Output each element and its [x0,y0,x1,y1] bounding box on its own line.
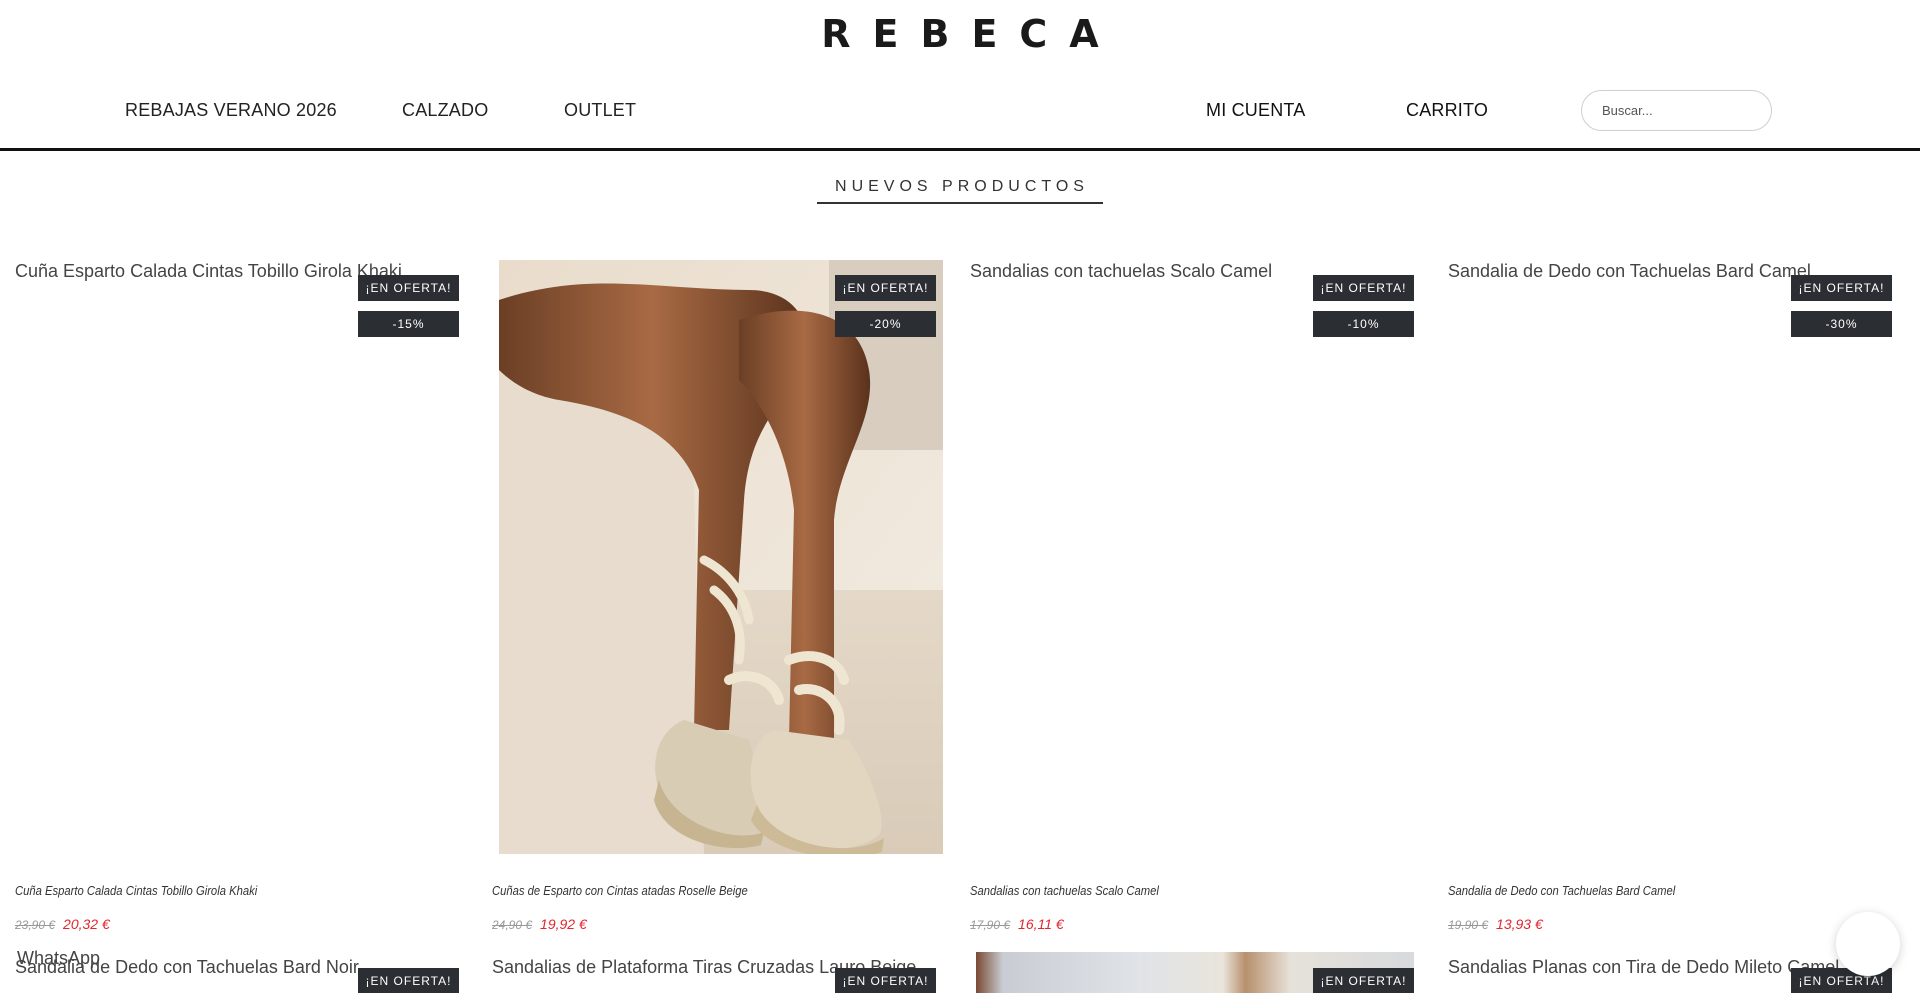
nav-mi-cuenta[interactable]: MI CUENTA [1206,100,1305,121]
product-image[interactable]: Sandalia de Dedo con Tachuelas Bard Came… [1448,260,1892,855]
discount-badge: -10% [1313,311,1414,337]
sale-badge: ¡EN OFERTA! [1313,968,1414,993]
image-alt-text: Sandalias con tachuelas Scalo Camel [970,261,1273,281]
sale-badge: ¡EN OFERTA! [1791,275,1892,301]
product-card[interactable]: Sandalias Planas con Tira de Dedo Mileto… [1448,952,1892,993]
espadrille-photo [499,260,943,854]
product-prices: 19,90 € 13,93 € [1448,916,1543,934]
sale-badge: ¡EN OFERTA! [358,968,459,993]
nav-carrito[interactable]: CARRITO [1406,100,1488,121]
product-name[interactable]: Cuñas de Esparto con Cintas atadas Rosel… [492,884,748,898]
nav-outlet[interactable]: OUTLET [564,100,636,121]
sale-price: 20,32 € [63,916,110,932]
chat-widget-button[interactable] [1836,912,1900,976]
sale-price: 16,11 € [1018,916,1064,932]
image-alt-text: Cuña Esparto Calada Cintas Tobillo Girol… [15,261,402,281]
old-price: 24,90 € [492,918,533,932]
product-name[interactable]: Sandalias con tachuelas Scalo Camel [970,884,1159,898]
search-input[interactable] [1581,90,1772,131]
header-logo-area: REBECA [0,0,1920,64]
store-logo[interactable]: REBECA [799,12,1120,56]
sale-badge: ¡EN OFERTA! [835,968,936,993]
main-nav: REBAJAS VERANO 2026 CALZADO OUTLET MI CU… [0,88,1920,136]
product-prices: 17,90 € 16,11 € [970,916,1064,934]
discount-badge: -30% [1791,311,1892,337]
discount-badge: -15% [358,311,459,337]
sale-price: 19,92 € [540,916,587,932]
product-card[interactable]: ¡EN OFERTA! [970,952,1414,993]
product-card[interactable]: Sandalias de Plataforma Tiras Cruzadas L… [492,952,936,993]
product-prices: 23,90 € 20,32 € [15,916,110,934]
discount-badge: -20% [835,311,936,337]
old-price: 17,90 € [970,918,1011,932]
image-alt-text: Sandalia de Dedo con Tachuelas Bard Came… [1448,261,1811,281]
nav-rebajas[interactable]: REBAJAS VERANO 2026 [125,100,337,121]
section-heading: NUEVOS PRODUCTOS [0,178,1920,204]
section-title: NUEVOS PRODUCTOS [817,178,1103,204]
whatsapp-button[interactable]: WhatsApp [17,948,100,969]
sale-price: 13,93 € [1496,916,1543,932]
old-price: 19,90 € [1448,918,1489,932]
product-image[interactable] [499,260,943,854]
sale-badge: ¡EN OFERTA! [1313,275,1414,301]
header-divider [0,148,1920,151]
product-prices: 24,90 € 19,92 € [492,916,587,934]
image-alt-text: Sandalias Planas con Tira de Dedo Mileto… [1448,957,1840,977]
product-name[interactable]: Sandalia de Dedo con Tachuelas Bard Came… [1448,884,1675,898]
product-name[interactable]: Cuña Esparto Calada Cintas Tobillo Girol… [15,884,257,898]
old-price: 23,90 € [15,918,56,932]
product-image[interactable]: Cuña Esparto Calada Cintas Tobillo Girol… [15,260,459,855]
sale-badge: ¡EN OFERTA! [358,275,459,301]
product-image[interactable]: Sandalias con tachuelas Scalo Camel ¡EN … [970,260,1414,855]
nav-calzado[interactable]: CALZADO [402,100,488,121]
sale-badge: ¡EN OFERTA! [835,275,936,301]
